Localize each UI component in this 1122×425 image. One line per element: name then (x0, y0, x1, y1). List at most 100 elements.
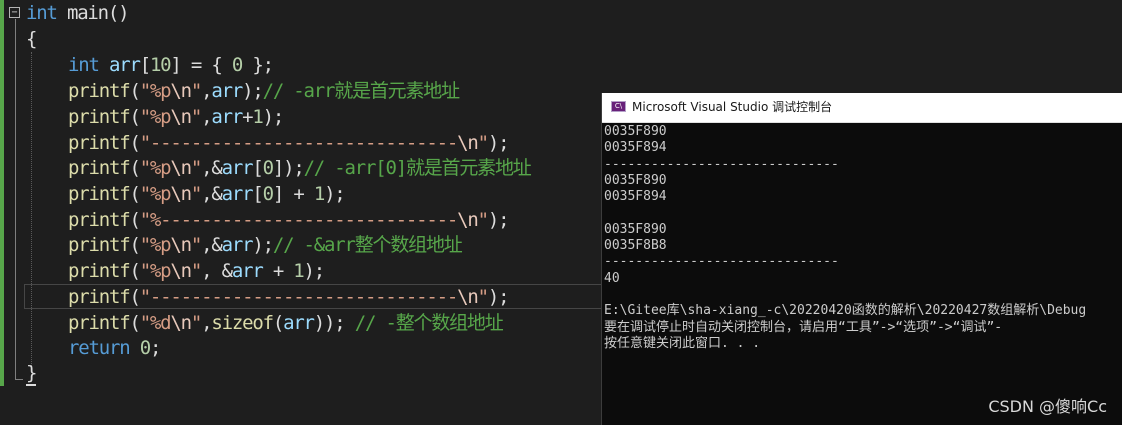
code-token: ]); (272, 157, 305, 179)
code-token: ] + (272, 183, 314, 205)
code-token: }; (242, 54, 274, 76)
code-token: ); (487, 209, 510, 231)
code-line[interactable]: printf("%p\n", &arr + 1); (68, 258, 325, 284)
console-output-line: 0035F890 (604, 172, 667, 188)
code-token: printf (68, 106, 131, 128)
code-token: , & (201, 260, 233, 282)
console-output-line: 0035F894 (604, 140, 667, 156)
code-token: // -整个数组地址 (354, 312, 504, 334)
code-token: // -arr就是首元素地址 (262, 80, 460, 102)
code-line[interactable]: printf("%p\n",&arr[0] + 1); (68, 181, 346, 207)
code-token: "%p (139, 157, 172, 179)
code-token: arr (221, 183, 254, 205)
code-line[interactable]: int arr[10] = { 0 }; (68, 52, 274, 78)
console-output-line: ------------------------------ (604, 254, 839, 270)
code-token: 0 (231, 54, 243, 76)
code-token: 1 (293, 260, 304, 282)
code-token: " (190, 260, 202, 282)
code-token: int (26, 2, 58, 24)
text-cursor (26, 384, 36, 386)
code-token: printf (68, 209, 131, 231)
code-token: arr (211, 80, 243, 102)
code-line[interactable]: return 0; (68, 335, 161, 361)
code-token: ( (129, 132, 140, 154)
code-line[interactable]: printf("%p\n",arr);// -arr就是首元素地址 (68, 78, 460, 104)
code-token: printf (68, 157, 131, 179)
code-line[interactable]: { (26, 26, 37, 52)
code-token: arr (108, 54, 141, 76)
code-token: \n (457, 209, 479, 231)
code-token: ( (129, 286, 140, 308)
code-token: " (190, 106, 202, 128)
code-line[interactable]: printf("------------------------------\n… (68, 284, 510, 310)
code-token: ); (324, 183, 346, 205)
console-output-line: 要在调试停止时自动关闭控制台，请启用“工具”->“选项”->“调试”- (604, 319, 1003, 335)
console-output-line (604, 205, 1122, 221)
console-output: 0035F890 0035F894 ------------------------… (604, 124, 1122, 352)
code-token: ,& (201, 183, 223, 205)
code-token: " (477, 132, 489, 154)
code-token: ( (129, 209, 140, 231)
code-token: " (190, 312, 202, 334)
code-token: ( (272, 312, 284, 334)
console-output-line: 0035F890 (604, 124, 667, 139)
code-token: \n (170, 312, 192, 334)
code-token: // -arr[0]就是首元素地址 (303, 157, 532, 179)
code-token: "%p (139, 234, 172, 256)
code-token: " (190, 80, 202, 102)
code-token: "%p (139, 183, 172, 205)
code-token: , (201, 106, 212, 128)
code-line[interactable]: printf("%p\n",&arr);// -&arr整个数组地址 (68, 232, 463, 258)
csdn-watermark: CSDN @傻响Cc (988, 397, 1107, 416)
console-titlebar[interactable]: C\ Microsoft Visual Studio 调试控制台 (602, 93, 1122, 123)
code-token: ( (129, 157, 140, 179)
code-token: printf (68, 183, 131, 205)
code-line[interactable]: printf("------------------------------\n… (68, 130, 510, 156)
code-token: // -&arr整个数组地址 (272, 234, 463, 256)
code-token: [ (252, 183, 263, 205)
code-token: printf (68, 80, 131, 102)
console-output-line: E:\Gitee库\sha-xiang_-c\20220420函数的解析\202… (604, 303, 1087, 319)
code-line[interactable]: int main() (26, 0, 130, 26)
console-output-line: 0035F890 (604, 221, 667, 237)
code-token: arr (231, 260, 264, 282)
code-token: { (26, 28, 37, 50)
code-token: \n (170, 260, 192, 282)
code-token: printf (68, 234, 131, 256)
code-token: 10 (149, 54, 172, 76)
code-token: ,& (201, 234, 223, 256)
code-token: \n (457, 132, 479, 154)
code-token: " (477, 286, 489, 308)
code-token: "%----------------------------- (139, 209, 459, 231)
code-token: + (242, 106, 253, 128)
code-token: ); (242, 80, 264, 102)
code-token: \n (170, 157, 192, 179)
code-token: "%d (139, 312, 172, 334)
code-line[interactable]: printf("%p\n",&arr[0]);// -arr[0]就是首元素地址 (68, 155, 532, 181)
code-token: ( (129, 312, 140, 334)
code-token: return (68, 337, 131, 359)
code-token: \n (457, 286, 479, 308)
code-token: printf (68, 260, 131, 282)
code-token: " (477, 209, 489, 231)
code-token: [ (139, 54, 151, 76)
code-line[interactable]: } (26, 360, 37, 386)
debug-console-window[interactable]: C\ Microsoft Visual Studio 调试控制台 0035F89… (601, 93, 1122, 425)
code-token: ); (487, 132, 510, 154)
code-token: \n (170, 80, 192, 102)
code-token: ); (487, 286, 510, 308)
collapse-minus-icon[interactable]: − (9, 7, 20, 18)
code-token: printf (68, 312, 131, 334)
code-line[interactable]: printf("%-----------------------------\n… (68, 207, 510, 233)
code-token: 0 (262, 157, 274, 179)
code-token: 0 (262, 183, 274, 205)
code-token: )); (313, 312, 355, 334)
code-token: int (68, 54, 100, 76)
code-token: 1 (313, 183, 325, 205)
code-line[interactable]: printf("%d\n",sizeof(arr)); // -整个数组地址 (68, 310, 504, 336)
code-token: printf (68, 132, 131, 154)
console-title: Microsoft Visual Studio 调试控制台 (632, 100, 833, 114)
code-line[interactable]: printf("%p\n",arr+1); (68, 104, 284, 130)
